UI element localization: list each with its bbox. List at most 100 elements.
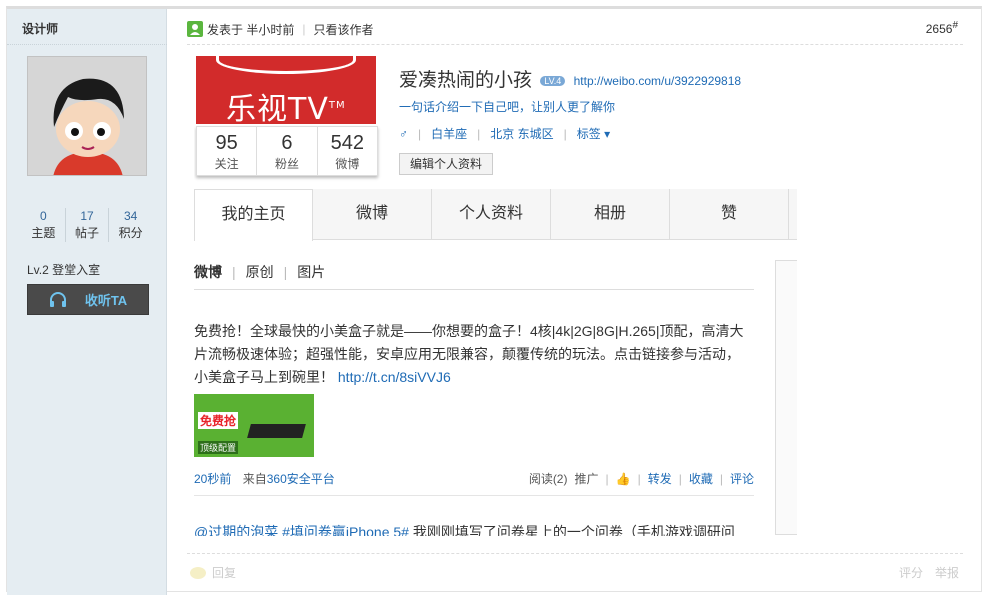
next-post-mentions[interactable]: @过期的泡菜 #填问卷赢iPhone 5# [194,524,409,536]
user-online-icon [187,21,203,37]
avatar[interactable] [27,56,147,176]
only-author-link[interactable]: 只看该作者 [313,21,373,38]
stat-value: 0 [39,209,47,223]
divider [194,495,754,496]
report-link[interactable]: 举报 [935,564,959,581]
separator: | [719,471,723,486]
floor-number[interactable]: 2656# [926,20,958,36]
tab-profile[interactable]: 个人资料 [432,189,551,240]
post-time: 发表于 半小时前 [207,22,295,37]
stat-label: 积分 [118,226,143,240]
avatar-cartoon-icon [28,57,146,175]
count-label: 粉丝 [274,157,299,171]
count-posts[interactable]: 542 微博 [318,127,377,175]
user-level[interactable]: Lv.2 登堂入室 [27,261,100,278]
count-label: 微博 [335,157,360,171]
subtab-original[interactable]: 原创 [246,262,274,282]
author-sidebar: 设计师 0 主题 17 帖子 34 积分 Lv.2 登堂入室 收听TA [7,9,167,595]
follow-button[interactable]: 收听TA [27,284,149,315]
author-stats: 0 主题 17 帖子 34 积分 [22,208,152,242]
comment-link[interactable]: 评论 [730,470,754,487]
read-count: 阅读(2) [528,472,568,486]
separator: | [605,471,609,486]
author-name[interactable]: 设计师 [22,20,58,37]
floor-mark: # [952,20,958,31]
promote-link[interactable]: 推广 [574,470,598,487]
tab-album[interactable]: 相册 [551,189,670,240]
post-header: 发表于 半小时前 | 只看该作者 [187,19,373,39]
banner-logo-text: 乐视TV [226,92,329,124]
separator: | [418,126,422,141]
source-link[interactable]: 360安全平台 [267,472,335,486]
separator: | [283,264,288,280]
like-icon[interactable]: 👍 [616,472,631,486]
tab-home[interactable]: 我的主页 [194,189,313,241]
separator: | [678,471,682,486]
post-time-link[interactable]: 20秒前 [194,472,231,486]
tags-dropdown[interactable]: 标签 ▾ [577,125,610,142]
subtab-weibo[interactable]: 微博 [194,262,222,282]
tab-weibo[interactable]: 微博 [313,189,432,240]
separator: | [232,264,236,280]
set-top-box-icon [247,424,306,438]
subtab-images[interactable]: 图片 [297,262,325,282]
tags-label: 标签 [576,127,601,141]
post-image-thumbnail[interactable]: 免费抢 顶级配置 [194,394,314,457]
stat-value: 17 [80,209,94,223]
stat-label: 主题 [31,226,56,240]
weibo-banner[interactable]: 乐视TVTM [196,56,376,124]
location[interactable]: 北京 东城区 [490,125,553,142]
separator: | [302,22,306,36]
separator: | [563,126,567,141]
favorite-link[interactable]: 收藏 [689,470,713,487]
weibo-subtabs: 微博 | 原创 | 图片 [194,262,325,282]
weibo-profile-meta: ♂ | 白羊座 | 北京 东城区 | 标签 ▾ [399,125,610,142]
divider [187,553,963,554]
headphones-icon [49,291,66,307]
divider [194,289,754,290]
post-actions: 阅读(2) 推广 | 👍 | 转发 | 收藏 | 评论 [529,470,754,487]
caret-down-icon: ▾ [604,127,611,141]
weibo-post-text: 免费抢！全球最快的小美盒子就是——你想要的盒子！4核|4k|2G|8G|H.26… [194,320,750,389]
post-body: 免费抢！全球最快的小美盒子就是——你想要的盒子！4核|4k|2G|8G|H.26… [194,323,744,385]
tab-likes[interactable]: 赞 [670,189,789,240]
thumb-tag: 顶级配置 [198,441,239,454]
weibo-counts: 95 关注 6 粉丝 542 微博 [196,126,378,176]
reply-bubble-icon [190,566,206,579]
post-footer: 20秒前 来自360安全平台 阅读(2) 推广 | 👍 | 转发 | 收藏 | … [194,470,754,487]
weibo-intro[interactable]: 一句话介绍一下自己吧，让别人更了解你 [399,98,615,115]
stat-posts[interactable]: 17 帖子 [66,208,110,242]
constellation[interactable]: 白羊座 [431,125,467,142]
divider [187,44,963,45]
separator: | [637,471,641,486]
reply-button[interactable]: 回复 [190,564,236,581]
source-prefix: 来自 [242,472,267,486]
weibo-username[interactable]: 爱凑热闹的小孩 [399,70,532,91]
repost-link[interactable]: 转发 [648,470,672,487]
rate-link[interactable]: 评分 [899,564,923,581]
thumb-caption: 免费抢 [198,412,239,429]
weibo-profile-name-row: 爱凑热闹的小孩 LV.4 http://weibo.com/u/39229298… [399,65,741,92]
weibo-profile-url[interactable]: http://weibo.com/u/3922929818 [574,74,741,88]
stat-topics[interactable]: 0 主题 [22,208,66,242]
gender-icon: ♂ [399,126,408,141]
stat-value: 34 [124,209,138,223]
separator: | [477,126,481,141]
weibo-tabs: 我的主页 微博 个人资料 相册 赞 [194,189,797,241]
count-value: 95 [215,132,238,154]
floor-value: 2656 [925,22,953,36]
post-link[interactable]: http://t.cn/8siVVJ6 [338,369,451,385]
stat-label: 帖子 [75,226,100,240]
follow-label: 收听TA [84,293,128,308]
count-label: 关注 [214,157,239,171]
reply-label: 回复 [212,566,237,580]
next-post-preview: @过期的泡菜 #填问卷赢iPhone 5# 我刚刚填写了问卷星上的一个问卷（手机… [194,522,735,536]
count-value: 542 [330,132,364,154]
edit-profile-button[interactable]: 编辑个人资料 [399,153,494,175]
divider [7,44,167,45]
weibo-side-panel [775,260,797,535]
banner-arc [216,56,356,74]
count-followers[interactable]: 6 粉丝 [257,127,318,175]
count-following[interactable]: 95 关注 [197,127,258,175]
stat-points[interactable]: 34 积分 [109,208,152,242]
